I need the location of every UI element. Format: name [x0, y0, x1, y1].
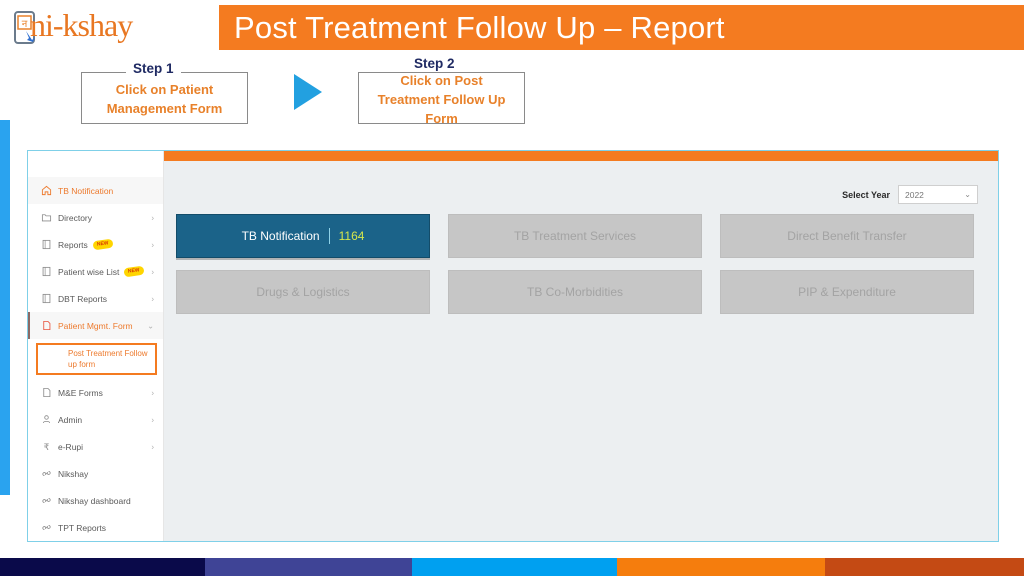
document-icon — [38, 386, 54, 400]
bottom-bar-segment-4 — [617, 558, 825, 576]
page-title: Post Treatment Follow Up – Report — [234, 10, 725, 45]
year-filter: Select Year 2022 ⌄ — [842, 185, 978, 204]
left-accent-bar — [0, 120, 10, 495]
user-icon — [38, 413, 54, 427]
sidebar-item-admin[interactable]: Admin › — [28, 406, 163, 433]
sidebar-label-tb-notification: TB Notification — [58, 185, 114, 196]
sidebar-label-directory: Directory — [58, 212, 93, 223]
chevron-right-icon: › — [151, 267, 154, 276]
sidebar-item-patient-wise-list[interactable]: Patient wise List NEW › — [28, 258, 163, 285]
link-icon — [38, 494, 54, 508]
sidebar-label-e-rupi: e-Rupi — [58, 441, 84, 452]
year-select-dropdown[interactable]: 2022 ⌄ — [898, 185, 978, 204]
bottom-bar-segment-3 — [412, 558, 617, 576]
tile-label-pip-and-expenditure: PIP & Expenditure — [798, 285, 896, 299]
sidebar-item-nikshay[interactable]: Nikshay — [28, 460, 163, 487]
bottom-bar-segment-1 — [0, 558, 205, 576]
bottom-bar-segment-5 — [825, 558, 1024, 576]
report-icon — [38, 292, 54, 306]
sidebar-subitem-line-2: up form — [68, 360, 96, 369]
tile-label-tb-notification: TB Notification — [241, 229, 320, 243]
sidebar-item-patient-mgmt-form[interactable]: Patient Mgmt. Form ⌄ — [28, 312, 163, 339]
tile-tb-co-morbidities[interactable]: TB Co-Morbidities — [448, 270, 702, 314]
app-content-area: Select Year 2022 ⌄ TB Notification 1164 … — [164, 151, 998, 541]
report-icon — [38, 238, 54, 252]
svg-text:न: न — [22, 19, 28, 30]
tile-label-tb-co-morbidities: TB Co-Morbidities — [526, 285, 624, 299]
sidebar-item-tb-notification[interactable]: TB Notification — [28, 177, 163, 204]
chevron-right-icon: › — [151, 415, 154, 424]
tile-tb-treatment-services[interactable]: TB Treatment Services — [448, 214, 702, 258]
chevron-down-icon: ⌄ — [964, 190, 971, 199]
bottom-bar-segment-2 — [205, 558, 412, 576]
tile-drugs-and-logistics[interactable]: Drugs & Logistics — [176, 270, 430, 314]
sidebar-item-nikshay-dashboard[interactable]: Nikshay dashboard — [28, 487, 163, 514]
step-1-line-2: Management Form — [106, 101, 223, 116]
sidebar-item-reports[interactable]: Reports NEW › — [28, 231, 163, 258]
nikshay-logo: न ni-kshay — [8, 5, 178, 53]
sidebar-label-me-forms: M&E Forms — [58, 387, 103, 398]
tile-label-drugs-and-logistics: Drugs & Logistics — [256, 285, 350, 299]
step-2-line-3: Form — [425, 111, 458, 126]
sidebar-label-reports: Reports — [58, 239, 88, 250]
sidebar-item-e-rupi[interactable]: ₹ e-Rupi › — [28, 433, 163, 460]
sidebar-item-dbt-reports[interactable]: DBT Reports › — [28, 285, 163, 312]
folder-icon — [38, 211, 54, 225]
sidebar-label-nikshay-dashboard: Nikshay dashboard — [58, 495, 131, 506]
chevron-right-icon: › — [151, 388, 154, 397]
new-badge-reports: NEW — [92, 238, 113, 251]
home-icon — [38, 184, 54, 198]
step-2-line-1: Click on Post — [400, 73, 483, 88]
sidebar-label-admin: Admin — [58, 414, 83, 425]
sidebar-label-tpt-reports: TPT Reports — [58, 522, 107, 533]
svg-text:₹: ₹ — [43, 442, 49, 452]
tile-label-tb-treatment-services: TB Treatment Services — [513, 229, 637, 243]
app-sidebar: TB Notification Directory › Reports NEW … — [28, 151, 164, 541]
chevron-right-icon: › — [151, 294, 154, 303]
step-1-line-1: Click on Patient — [115, 82, 214, 97]
year-select-value: 2022 — [905, 189, 924, 200]
chevron-right-icon: › — [151, 442, 154, 451]
tile-divider — [328, 228, 330, 244]
play-triangle-icon — [294, 74, 322, 110]
link-icon — [38, 521, 54, 535]
select-year-label: Select Year — [842, 189, 890, 200]
form-icon — [38, 319, 54, 333]
tile-count-tb-notification: 1164 — [338, 229, 365, 243]
tile-label-direct-benefit-transfer: Direct Benefit Transfer — [787, 229, 907, 243]
bottom-color-bar — [0, 558, 1024, 576]
report-icon — [38, 265, 54, 279]
sidebar-subitem-post-treatment-follow-up-form[interactable]: Post Treatment Follow up form — [36, 343, 157, 375]
step-1-legend: Step 1 — [126, 61, 181, 76]
sidebar-subitem-line-1: Post Treatment Follow — [68, 349, 148, 358]
link-icon — [38, 467, 54, 481]
content-top-orange-bar — [164, 151, 998, 161]
sidebar-item-directory[interactable]: Directory › — [28, 204, 163, 231]
step-2-legend: Step 2 — [407, 56, 462, 71]
sidebar-label-patient-wise-list: Patient wise List — [58, 266, 120, 277]
chevron-down-icon: ⌄ — [147, 321, 154, 330]
tile-pip-and-expenditure[interactable]: PIP & Expenditure — [720, 270, 974, 314]
step-2-text: Click on Post Treatment Follow Up Form — [358, 71, 525, 128]
chevron-right-icon: › — [151, 240, 154, 249]
step-1-text: Click on Patient Management Form — [81, 80, 248, 118]
rupee-icon: ₹ — [38, 440, 54, 454]
sidebar-label-patient-mgmt-form: Patient Mgmt. Form — [58, 320, 133, 331]
logo-wordmark: ni-kshay — [30, 7, 133, 43]
step-2-line-2: Treatment Follow Up — [377, 92, 506, 107]
tile-tb-notification[interactable]: TB Notification 1164 — [176, 214, 430, 258]
sidebar-label-dbt-reports: DBT Reports — [58, 293, 107, 304]
sidebar-item-tpt-reports[interactable]: TPT Reports — [28, 514, 163, 541]
sidebar-label-nikshay: Nikshay — [58, 468, 89, 479]
chevron-right-icon: › — [151, 213, 154, 222]
new-badge-patient-wise-list: NEW — [123, 265, 145, 278]
app-screenshot-panel: TB Notification Directory › Reports NEW … — [27, 150, 999, 542]
sidebar-item-me-forms[interactable]: M&E Forms › — [28, 379, 163, 406]
tile-direct-benefit-transfer[interactable]: Direct Benefit Transfer — [720, 214, 974, 258]
